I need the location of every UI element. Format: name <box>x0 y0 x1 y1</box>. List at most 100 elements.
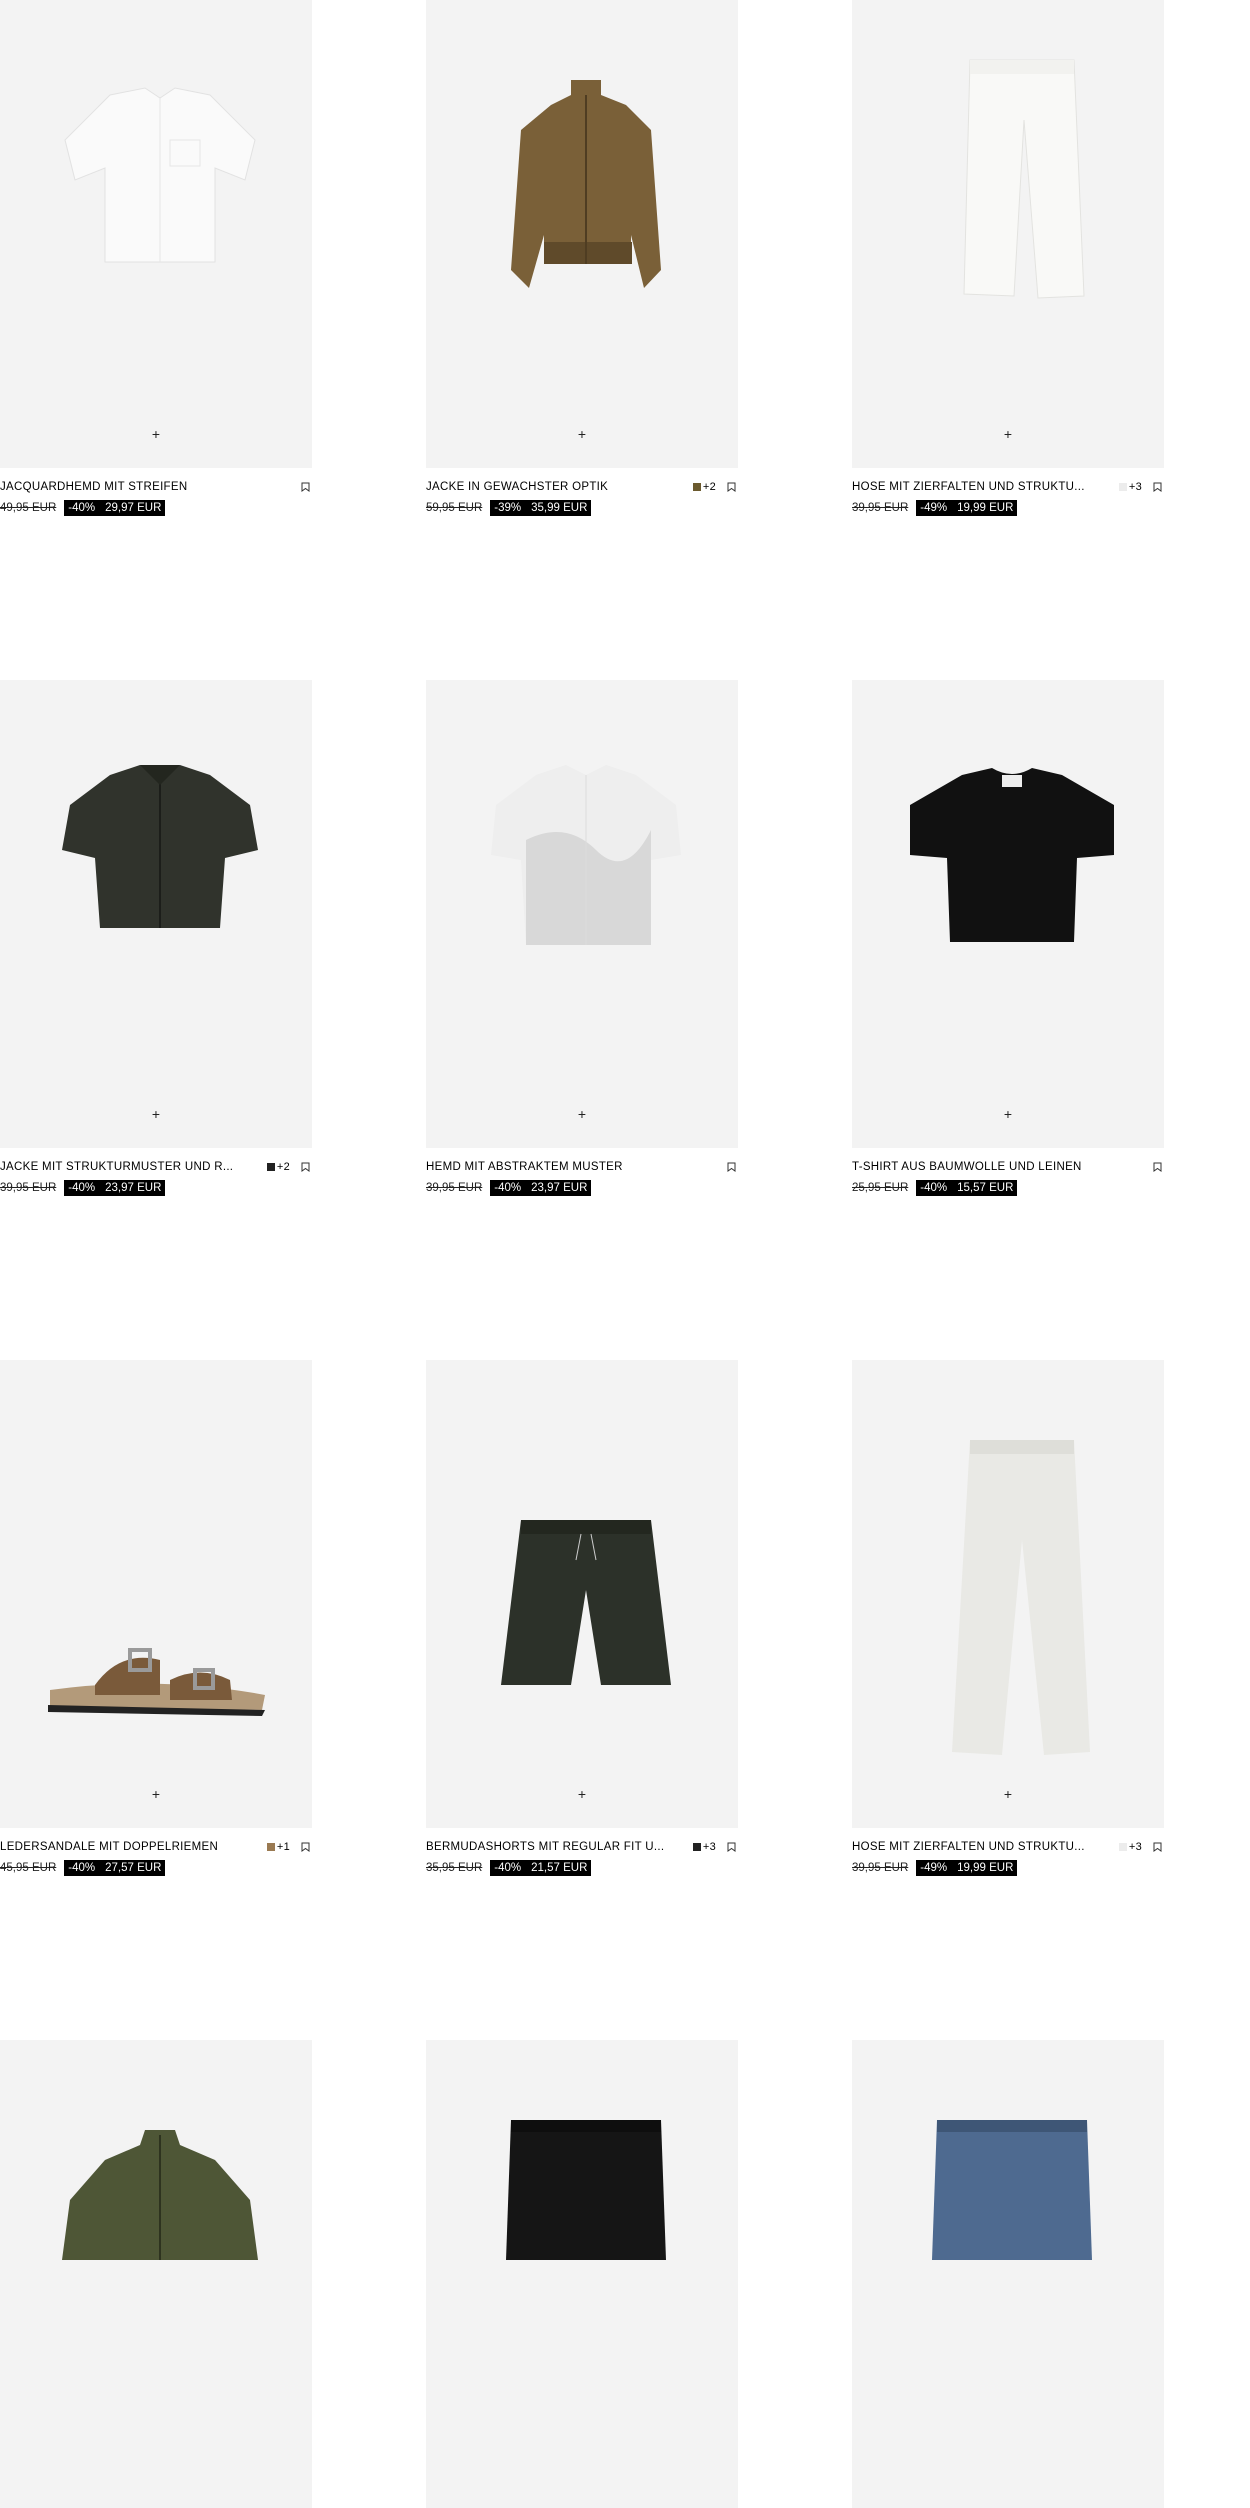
color-swatch <box>266 1163 275 1171</box>
sale-price: 23,97 EUR <box>531 1182 588 1194</box>
color-variants[interactable]: +3 <box>1118 1841 1142 1853</box>
plus-icon[interactable]: + <box>998 1784 1018 1804</box>
plus-icon[interactable]: + <box>998 424 1018 444</box>
product-image[interactable]: + <box>426 680 738 1148</box>
product-info: JACKE IN GEWACHSTER OPTIK +2 59,95 EUR -… <box>426 468 738 517</box>
product-info: HOSE MIT ZIERFALTEN UND STRUKTU... +3 39… <box>852 468 1164 517</box>
original-price: 59,95 EUR <box>426 502 483 514</box>
product-name[interactable]: HEMD MIT ABSTRAKTEM MUSTER <box>426 1161 716 1173</box>
bookmark-icon[interactable] <box>724 1160 738 1174</box>
plus-icon[interactable]: + <box>146 424 166 444</box>
sale-price: 35,99 EUR <box>531 502 588 514</box>
sale-price: 29,97 EUR <box>105 502 162 514</box>
product-image[interactable]: + <box>426 0 738 468</box>
product-image[interactable]: + <box>852 680 1164 1148</box>
sale-badge: -40% 27,57 EUR <box>64 1860 166 1876</box>
product-card[interactable] <box>852 2040 1164 2508</box>
product-card[interactable]: + HOSE MIT ZIERFALTEN UND STRUKTU... +3 … <box>852 0 1164 517</box>
color-variants[interactable]: +3 <box>692 1841 716 1853</box>
product-name[interactable]: BERMUDASHORTS MIT REGULAR FIT U... <box>426 1841 685 1853</box>
product-image[interactable]: + <box>0 0 312 468</box>
bookmark-icon[interactable] <box>298 1160 312 1174</box>
color-swatch <box>266 1843 275 1851</box>
discount-percent: -49% <box>920 1862 948 1874</box>
product-card[interactable]: + T-SHIRT AUS BAUMWOLLE UND LEINEN 25,95… <box>852 680 1164 1197</box>
color-variants[interactable]: +1 <box>266 1841 290 1853</box>
sale-price: 23,97 EUR <box>105 1182 162 1194</box>
product-image[interactable]: + <box>852 0 1164 468</box>
plus-icon[interactable]: + <box>998 1104 1018 1124</box>
plus-icon[interactable]: + <box>572 1104 592 1124</box>
product-image[interactable]: + <box>426 1360 738 1828</box>
product-info: HEMD MIT ABSTRAKTEM MUSTER 39,95 EUR -40… <box>426 1148 738 1197</box>
product-name[interactable]: HOSE MIT ZIERFALTEN UND STRUKTU... <box>852 1841 1111 1853</box>
bookmark-icon[interactable] <box>298 480 312 494</box>
plus-icon[interactable]: + <box>572 424 592 444</box>
more-colors: +2 <box>276 1161 290 1173</box>
product-name[interactable]: JACKE IN GEWACHSTER OPTIK <box>426 481 685 493</box>
product-photo <box>511 80 661 288</box>
product-photo <box>48 1648 265 1716</box>
color-variants[interactable]: +2 <box>266 1161 290 1173</box>
bookmark-icon[interactable] <box>298 1840 312 1854</box>
product-image[interactable] <box>852 2040 1164 2508</box>
sale-price: 15,57 EUR <box>957 1182 1014 1194</box>
product-info: HOSE MIT ZIERFALTEN UND STRUKTU... +3 39… <box>852 1828 1164 1877</box>
product-info: JACKE MIT STRUKTURMUSTER UND R... +2 39,… <box>0 1148 312 1197</box>
product-name[interactable]: JACKE MIT STRUKTURMUSTER UND R... <box>0 1161 259 1173</box>
product-photo <box>952 1440 1090 1755</box>
product-photo <box>910 768 1114 942</box>
original-price: 25,95 EUR <box>852 1182 909 1194</box>
product-name[interactable]: T-SHIRT AUS BAUMWOLLE UND LEINEN <box>852 1161 1142 1173</box>
more-colors: +2 <box>702 481 716 493</box>
discount-percent: -40% <box>68 1182 96 1194</box>
product-photo <box>64 87 256 263</box>
product-image[interactable]: + <box>0 680 312 1148</box>
bookmark-icon[interactable] <box>1150 480 1164 494</box>
sale-price: 19,99 EUR <box>957 502 1014 514</box>
plus-icon[interactable]: + <box>572 1784 592 1804</box>
product-image[interactable] <box>0 2040 312 2508</box>
product-name[interactable]: JACQUARDHEMD MIT STREIFEN <box>0 481 290 493</box>
product-photo <box>932 2120 1092 2260</box>
original-price: 39,95 EUR <box>0 1182 57 1194</box>
product-image[interactable]: + <box>852 1360 1164 1828</box>
product-card[interactable]: + JACKE IN GEWACHSTER OPTIK +2 59,95 EUR… <box>426 0 738 517</box>
color-swatch <box>692 1843 701 1851</box>
discount-percent: -40% <box>494 1862 522 1874</box>
product-card[interactable]: + JACQUARDHEMD MIT STREIFEN 49,95 EUR -4… <box>0 0 312 517</box>
product-card[interactable] <box>0 2040 312 2508</box>
bookmark-icon[interactable] <box>1150 1160 1164 1174</box>
product-card[interactable]: + HOSE MIT ZIERFALTEN UND STRUKTU... +3 … <box>852 1360 1164 1877</box>
product-name[interactable]: HOSE MIT ZIERFALTEN UND STRUKTU... <box>852 481 1111 493</box>
product-card[interactable] <box>426 2040 738 2508</box>
original-price: 39,95 EUR <box>852 502 909 514</box>
plus-icon[interactable]: + <box>146 1784 166 1804</box>
original-price: 39,95 EUR <box>426 1182 483 1194</box>
product-photo <box>506 2120 666 2260</box>
original-price: 45,95 EUR <box>0 1862 57 1874</box>
discount-percent: -49% <box>920 502 948 514</box>
product-photo <box>62 2130 258 2260</box>
product-image[interactable] <box>426 2040 738 2508</box>
bookmark-icon[interactable] <box>724 480 738 494</box>
color-variants[interactable]: +3 <box>1118 481 1142 493</box>
product-card[interactable]: + HEMD MIT ABSTRAKTEM MUSTER 39,95 EUR -… <box>426 680 738 1197</box>
bookmark-icon[interactable] <box>1150 1840 1164 1854</box>
original-price: 35,95 EUR <box>426 1862 483 1874</box>
product-card[interactable]: + LEDERSANDALE MIT DOPPELRIEMEN +1 45,95… <box>0 1360 312 1877</box>
product-image[interactable]: + <box>0 1360 312 1828</box>
color-swatch <box>692 483 701 491</box>
product-info: T-SHIRT AUS BAUMWOLLE UND LEINEN 25,95 E… <box>852 1148 1164 1197</box>
plus-icon[interactable]: + <box>146 1104 166 1124</box>
sale-badge: -40% 15,57 EUR <box>916 1180 1018 1196</box>
color-variants[interactable]: +2 <box>692 481 716 493</box>
more-colors: +3 <box>702 1841 716 1853</box>
sale-price: 19,99 EUR <box>957 1862 1014 1874</box>
product-card[interactable]: + JACKE MIT STRUKTURMUSTER UND R... +2 3… <box>0 680 312 1197</box>
product-card[interactable]: + BERMUDASHORTS MIT REGULAR FIT U... +3 … <box>426 1360 738 1877</box>
discount-percent: -40% <box>68 1862 96 1874</box>
bookmark-icon[interactable] <box>724 1840 738 1854</box>
sale-badge: -49% 19,99 EUR <box>916 500 1018 516</box>
product-name[interactable]: LEDERSANDALE MIT DOPPELRIEMEN <box>0 1841 259 1853</box>
